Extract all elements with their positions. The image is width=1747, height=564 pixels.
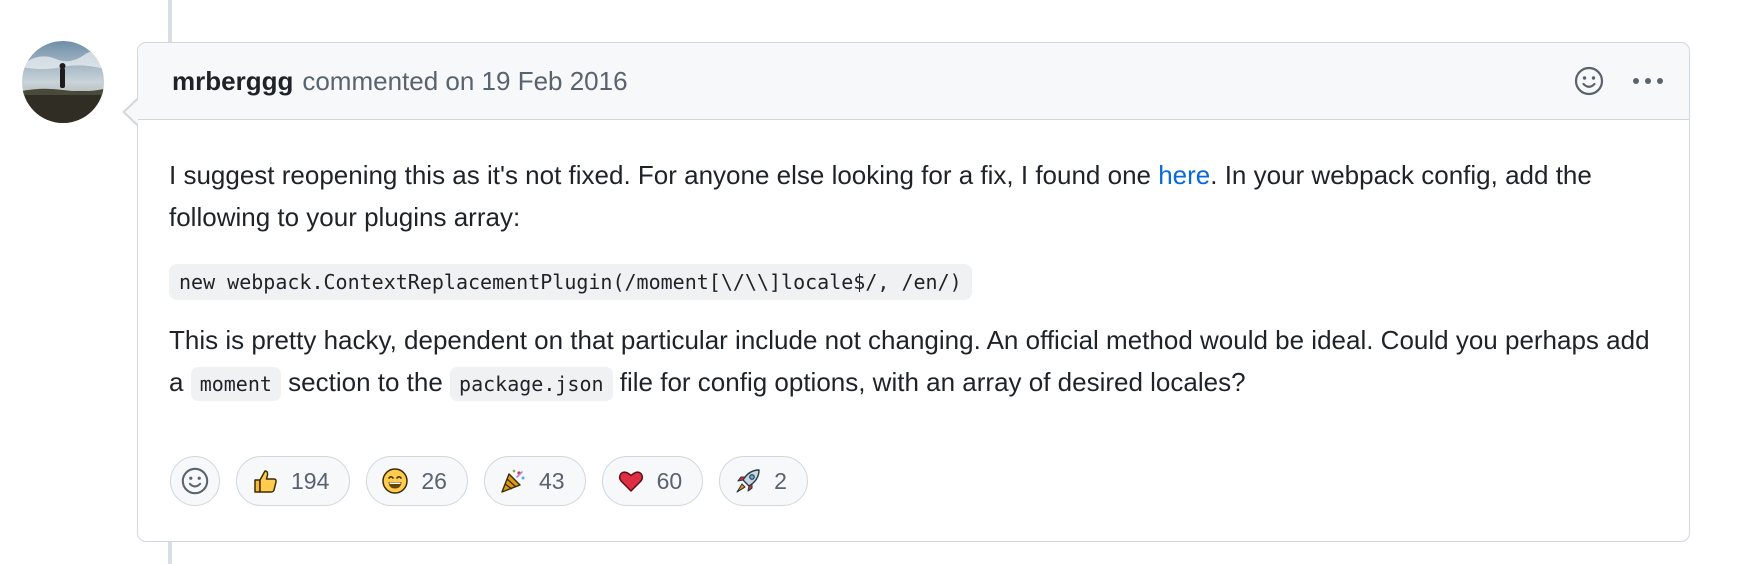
add-reaction-icon[interactable] <box>1573 65 1605 97</box>
reaction-picker-button[interactable] <box>170 456 220 506</box>
reaction-hooray[interactable]: 43 <box>483 456 586 506</box>
laugh-icon <box>381 467 409 495</box>
heart-icon <box>617 467 645 495</box>
thumbs-up-icon <box>251 467 279 495</box>
comment-paragraph-1: I suggest reopening this as it's not fix… <box>169 160 1592 232</box>
avatar[interactable] <box>22 41 104 123</box>
reaction-count: 2 <box>774 467 787 494</box>
reaction-count: 43 <box>538 467 565 494</box>
reaction-count: 60 <box>656 467 683 494</box>
comment-header: mrberggg commented on 19 Feb 2016 <box>138 43 1689 120</box>
comment-paragraph-2: This is pretty hacky, dependent on that … <box>169 319 1657 405</box>
reaction-heart[interactable]: 60 <box>601 456 704 506</box>
rocket-icon <box>734 467 762 495</box>
reaction-thumbs-up[interactable]: 194 <box>236 456 351 506</box>
inline-code-moment: moment <box>190 367 281 401</box>
reaction-rocket[interactable]: 2 <box>719 456 808 506</box>
reaction-count: 194 <box>291 467 330 494</box>
comment-box: mrberggg commented on 19 Feb 2016 I sugg… <box>122 42 1690 542</box>
hooray-icon <box>499 467 527 495</box>
here-link[interactable]: here <box>1158 160 1210 190</box>
reactions-bar: 194 26 43 60 2 <box>170 456 808 506</box>
kebab-menu-icon[interactable] <box>1631 76 1665 86</box>
reaction-count: 26 <box>421 467 447 494</box>
inline-code-package-json: package.json <box>450 367 613 401</box>
code-snippet: new webpack.ContextReplacementPlugin(/mo… <box>169 264 972 300</box>
reaction-laugh[interactable]: 26 <box>366 456 468 506</box>
comment-author[interactable]: mrberggg <box>172 66 293 97</box>
comment-actions <box>1573 65 1665 97</box>
smiley-icon <box>181 467 209 495</box>
comment-body: I suggest reopening this as it's not fix… <box>138 120 1689 405</box>
comment-timestamp[interactable]: commented on 19 Feb 2016 <box>302 66 627 97</box>
